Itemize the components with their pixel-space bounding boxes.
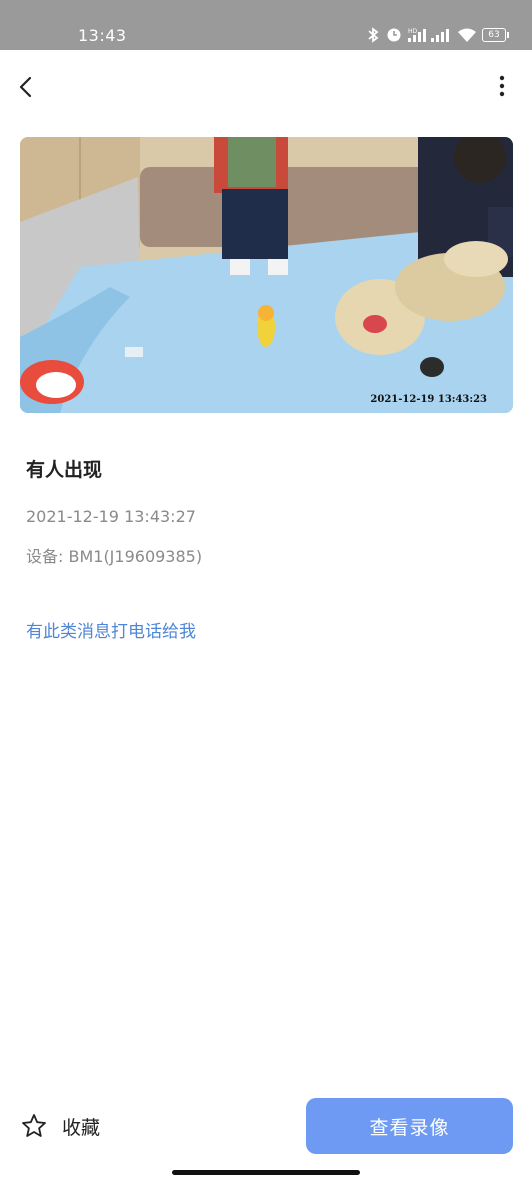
status-icons: HD 63 <box>366 24 509 46</box>
chevron-left-icon <box>19 76 32 98</box>
favorite-label: 收藏 <box>62 1116 101 1139</box>
snapshot-timestamp: 2021-12-19 13:43:23 <box>370 394 487 405</box>
star-icon <box>22 1114 46 1137</box>
alarm-icon <box>386 27 402 43</box>
back-button[interactable] <box>12 70 40 102</box>
top-bar <box>0 50 532 122</box>
signal-icon: HD <box>408 27 452 43</box>
more-options-button[interactable] <box>494 70 510 102</box>
status-bar: 13:43 HD 63 <box>0 0 532 50</box>
snapshot-scene <box>20 137 513 413</box>
wifi-icon <box>458 28 476 42</box>
view-recording-button[interactable]: 查看录像 <box>306 1098 513 1154</box>
home-indicator[interactable] <box>172 1170 360 1175</box>
svg-text:HD: HD <box>408 28 418 35</box>
call-me-link[interactable]: 有此类消息打电话给我 <box>26 617 196 642</box>
favorite-button[interactable]: 收藏 <box>20 1108 100 1144</box>
battery-indicator: 63 <box>482 28 509 42</box>
bluetooth-icon <box>366 27 380 43</box>
event-device: 设备: BM1(J19609385) <box>26 547 203 566</box>
status-time: 13:43 <box>78 26 127 45</box>
event-snapshot-image[interactable]: 2021-12-19 13:43:23 <box>20 137 513 413</box>
event-datetime: 2021-12-19 13:43:27 <box>26 507 196 526</box>
event-title: 有人出现 <box>26 459 103 481</box>
more-vertical-icon <box>499 75 505 97</box>
